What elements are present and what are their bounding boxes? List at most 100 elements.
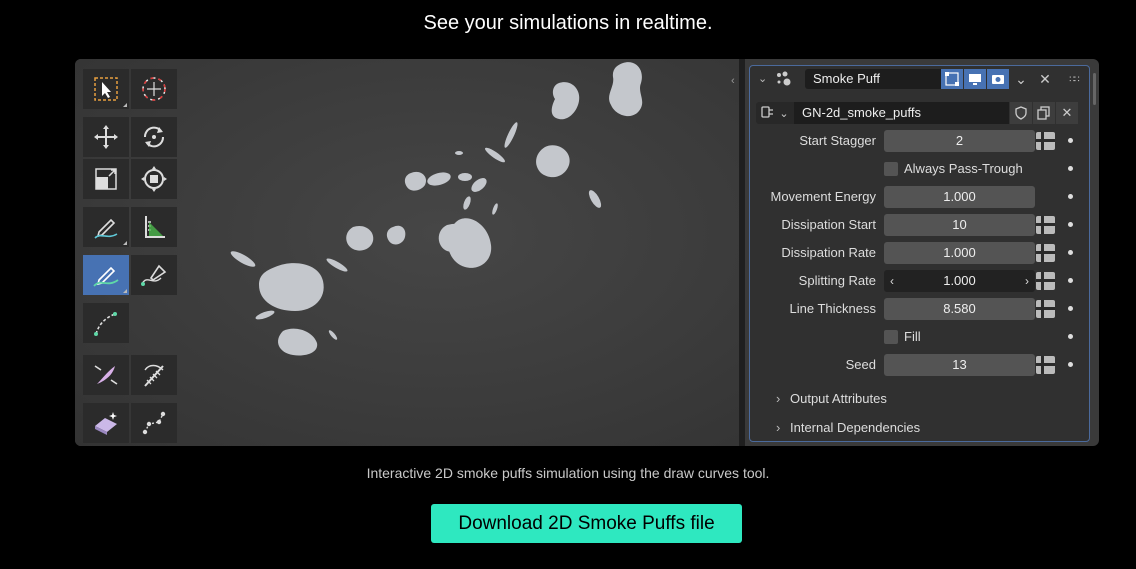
smoke-puff <box>386 225 406 245</box>
pen-tool[interactable] <box>131 255 177 295</box>
keyframe-dot-icon[interactable] <box>1068 334 1073 339</box>
smoke-puff <box>485 147 505 163</box>
chevron-down-icon[interactable]: ⌄ <box>1011 69 1031 89</box>
edit-mode-toggle[interactable] <box>941 69 963 89</box>
keyframe-dot-icon[interactable] <box>1068 194 1073 199</box>
erase-icon <box>95 412 117 435</box>
splitting-rate-field[interactable]: ‹ 1.000 › <box>884 270 1035 292</box>
camera-icon <box>992 75 1004 84</box>
fake-user-button[interactable] <box>1010 102 1032 124</box>
duplicate-button[interactable] <box>1033 102 1055 124</box>
monitor-icon <box>969 74 981 85</box>
attribute-toggle-icon[interactable] <box>1036 216 1055 234</box>
property-label: Start Stagger <box>799 133 876 148</box>
keyframe-dot-icon[interactable] <box>1068 362 1073 367</box>
cursor-icon <box>142 77 166 101</box>
unlink-button[interactable]: ✕ <box>1056 102 1078 124</box>
annotate-tool[interactable] <box>83 207 129 247</box>
keyframe-dot-icon[interactable] <box>1068 222 1073 227</box>
node-group-row: ⌄ GN-2d_smoke_puffs ✕ <box>750 102 1089 124</box>
drag-handle-icon[interactable]: ∷∷ <box>1064 69 1084 89</box>
smoke-puff <box>492 203 498 215</box>
smoke-puff <box>346 225 374 251</box>
property-row: Line Thickness 8.580 <box>750 298 1089 320</box>
viewport-3d[interactable]: ‹ <box>75 59 739 446</box>
comb-tool[interactable] <box>131 355 177 395</box>
smoke-puff <box>504 122 518 148</box>
start-stagger-field[interactable]: 2 <box>884 130 1035 152</box>
property-row: Always Pass-Trough <box>750 158 1089 180</box>
line-thickness-field[interactable]: 8.580 <box>884 298 1035 320</box>
attribute-toggle-icon[interactable] <box>1036 244 1055 262</box>
blender-screenshot-frame: ‹ ⌄ Smoke Puff ⌄ ✕ ∷∷ ⌄ GN-2d_smoke_puff… <box>75 59 1099 446</box>
property-label: Movement Energy <box>770 189 877 204</box>
panel-scrollbar[interactable] <box>1093 73 1096 105</box>
attribute-toggle-icon[interactable] <box>1036 272 1055 290</box>
attribute-toggle-icon[interactable] <box>1036 132 1055 150</box>
rotate-tool[interactable] <box>131 117 177 157</box>
chevron-down-icon[interactable]: ⌄ <box>758 72 767 85</box>
pinch-icon <box>94 365 118 385</box>
keyframe-dot-icon[interactable] <box>1068 306 1073 311</box>
fill-checkbox[interactable] <box>884 330 898 344</box>
draw-curve-tool[interactable] <box>83 255 129 295</box>
edit-mode-icon <box>945 72 959 86</box>
seed-field[interactable]: 13 <box>884 354 1035 376</box>
attribute-toggle-icon[interactable] <box>1036 356 1055 374</box>
pinch-tool[interactable] <box>83 355 129 395</box>
increment-arrow-icon[interactable]: › <box>1025 270 1029 292</box>
node-group-field[interactable]: GN-2d_smoke_puffs <box>794 102 1009 124</box>
smoke-puff <box>328 330 338 340</box>
download-button[interactable]: Download 2D Smoke Puffs file <box>431 504 742 543</box>
select-box-tool[interactable] <box>83 69 129 109</box>
area-divider[interactable] <box>739 59 745 446</box>
chevron-left-icon[interactable]: ‹ <box>731 75 735 87</box>
curve-tilt-icon <box>94 312 117 336</box>
smoke-puff <box>447 218 492 268</box>
dissipation-rate-field[interactable]: 1.000 <box>884 242 1035 264</box>
vertex-tool[interactable] <box>131 403 177 443</box>
render-toggle[interactable] <box>987 69 1009 89</box>
property-row: Fill <box>750 326 1089 348</box>
always-pass-through-checkbox[interactable] <box>884 162 898 176</box>
comb-icon <box>144 364 164 387</box>
erase-tool[interactable] <box>83 403 129 443</box>
keyframe-dot-icon[interactable] <box>1068 166 1073 171</box>
internal-dependencies-section[interactable]: › Internal Dependencies <box>776 420 920 435</box>
property-label: Dissipation Rate <box>781 245 876 260</box>
measure-tool[interactable] <box>131 207 177 247</box>
node-tree-icon[interactable]: ⌄ <box>756 102 794 124</box>
scale-tool[interactable] <box>83 159 129 199</box>
attribute-toggle-icon[interactable] <box>1036 300 1055 318</box>
modifier-name-field[interactable]: Smoke Puff <box>805 69 945 89</box>
move-tool[interactable] <box>83 117 129 157</box>
measure-icon <box>145 216 165 238</box>
movement-energy-field[interactable]: 1.000 <box>884 186 1035 208</box>
property-row: Seed 13 <box>750 354 1089 376</box>
property-row: Dissipation Start 10 <box>750 214 1089 236</box>
decrement-arrow-icon[interactable]: ‹ <box>890 270 894 292</box>
section-label: Internal Dependencies <box>790 420 921 435</box>
smoke-puff <box>455 151 463 155</box>
geometry-nodes-icon <box>777 71 791 86</box>
property-label: Splitting Rate <box>798 273 876 288</box>
output-attributes-section[interactable]: › Output Attributes <box>776 391 887 406</box>
keyframe-dot-icon[interactable] <box>1068 138 1073 143</box>
property-label: Seed <box>845 357 876 372</box>
close-icon[interactable]: ✕ <box>1035 69 1055 89</box>
checkbox-label: Always Pass-Trough <box>904 161 1023 176</box>
keyframe-dot-icon[interactable] <box>1068 250 1073 255</box>
property-row: Splitting Rate ‹ 1.000 › <box>750 270 1089 292</box>
smoke-puff <box>458 173 472 181</box>
draw-curve-icon <box>93 266 119 287</box>
transform-tool[interactable] <box>131 159 177 199</box>
cursor-tool[interactable] <box>131 69 177 109</box>
curve-tilt-tool[interactable] <box>83 303 129 343</box>
dissipation-start-field[interactable]: 10 <box>884 214 1035 236</box>
viewport-display-toggle[interactable] <box>964 69 986 89</box>
keyframe-dot-icon[interactable] <box>1068 278 1073 283</box>
property-row: Dissipation Rate 1.000 <box>750 242 1089 264</box>
smoke-puff <box>255 310 275 320</box>
property-label: Line Thickness <box>789 301 876 316</box>
smoke-puff <box>404 171 427 191</box>
